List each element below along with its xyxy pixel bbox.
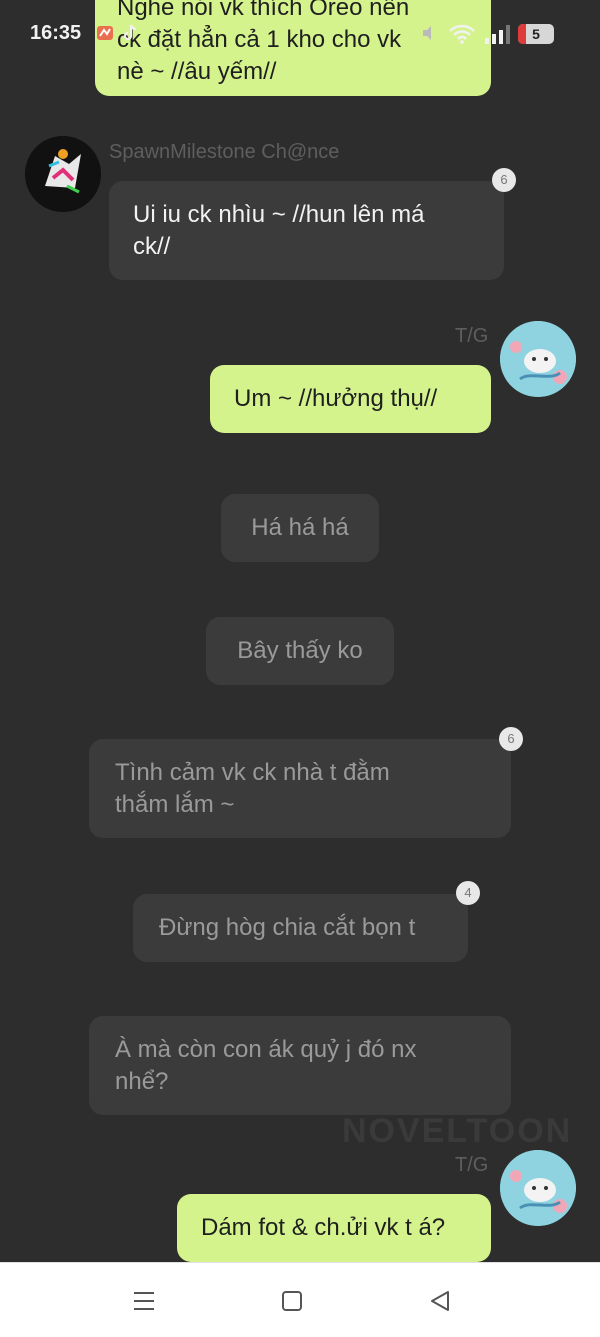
message-line: Ui iu ck nhìu ~ //hun lên má xyxy=(133,201,425,228)
comment-count-badge[interactable]: 4 xyxy=(456,881,480,905)
avatar-image xyxy=(25,136,101,212)
sender-name: T/G xyxy=(455,1154,489,1176)
message-line: ck// xyxy=(133,233,171,260)
status-bar: 16:35 5 xyxy=(0,0,600,66)
watermark-logo: NOVELTOON xyxy=(342,1112,573,1150)
narration-bubble[interactable]: Đừng hòg chia cắt bọn t xyxy=(133,894,468,962)
signal-icon xyxy=(485,25,510,44)
narration-bubble[interactable]: Bây thấy ko xyxy=(206,617,394,685)
message-line: Tình cảm vk ck nhà t đằm xyxy=(115,759,390,786)
navigation-bar xyxy=(0,1262,600,1337)
message-bubble-right[interactable]: Dám fot & ch.ửi vk t á? xyxy=(177,1194,491,1262)
comment-count-badge[interactable]: 6 xyxy=(499,727,523,751)
menu-icon[interactable] xyxy=(128,1285,160,1317)
status-time: 16:35 xyxy=(30,22,82,44)
message-line: thắm lắm ~ xyxy=(115,791,235,818)
sender-name: SpawnMilestone Ch@nce xyxy=(109,141,340,163)
avatar[interactable] xyxy=(25,136,101,212)
avatar[interactable] xyxy=(500,321,576,397)
narration-bubble[interactable]: Há há há xyxy=(221,494,379,562)
tiktok-icon xyxy=(123,24,137,41)
app-notification-icon xyxy=(97,26,113,40)
silent-icon xyxy=(423,26,431,40)
chat-screen: Nghe nói vk thích Oreo nên ck đặt hẳn cả… xyxy=(0,0,600,1262)
avatar-image xyxy=(500,1150,576,1226)
comment-count-badge[interactable]: 6 xyxy=(492,168,516,192)
message-bubble-right[interactable]: Um ~ //hưởng thụ// xyxy=(210,365,491,433)
wifi-icon xyxy=(449,24,475,44)
avatar[interactable] xyxy=(500,1150,576,1226)
battery-icon: 5 xyxy=(518,24,554,44)
narration-bubble[interactable]: À mà còn con ák quỷ j đó nx nhể? xyxy=(89,1016,511,1115)
battery-level: 5 xyxy=(532,26,540,42)
message-line: À mà còn con ák quỷ j đó nx xyxy=(115,1036,417,1063)
message-bubble-left[interactable]: Ui iu ck nhìu ~ //hun lên má ck// xyxy=(109,181,504,280)
message-line: nhể? xyxy=(115,1068,169,1095)
back-icon[interactable] xyxy=(424,1285,456,1317)
narration-bubble[interactable]: Tình cảm vk ck nhà t đằm thắm lắm ~ xyxy=(89,739,511,838)
avatar-image xyxy=(500,321,576,397)
home-icon[interactable] xyxy=(276,1285,308,1317)
sender-name: T/G xyxy=(455,325,489,347)
